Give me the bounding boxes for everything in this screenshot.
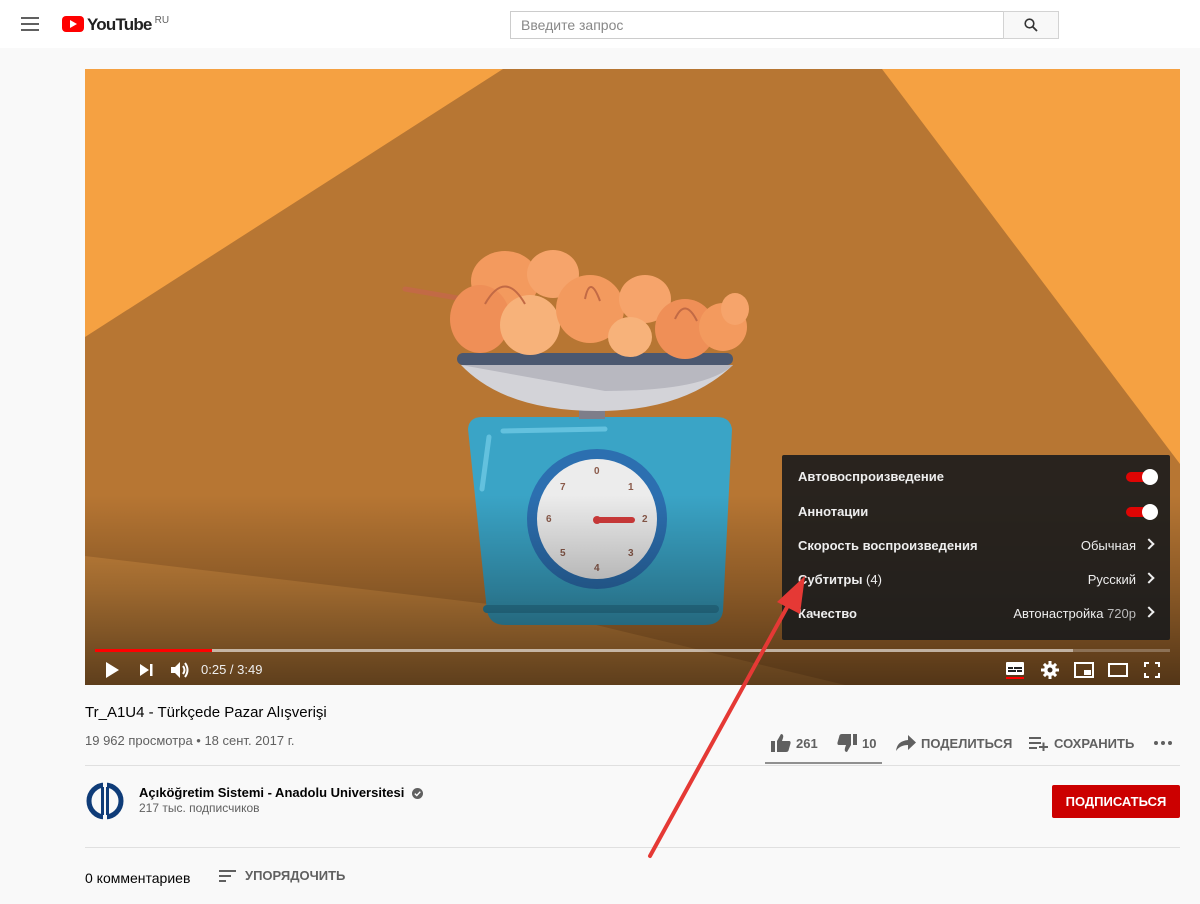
sentiment-like-fill bbox=[765, 762, 878, 764]
quality-value-group: Автонастройка 720p bbox=[1013, 606, 1136, 621]
theater-mode-button[interactable] bbox=[1103, 655, 1133, 685]
video-meta: 19 962 просмотра • 18 сент. 2017 г. bbox=[85, 733, 295, 748]
subtitles-button[interactable] bbox=[1000, 655, 1030, 685]
autoplay-label: Автовоспроизведение bbox=[798, 469, 944, 484]
more-horiz-icon bbox=[1154, 741, 1172, 745]
verified-badge-icon bbox=[412, 788, 423, 800]
channel-name-row[interactable]: Açıköğretim Sistemi - Anadolu Universite… bbox=[139, 785, 423, 800]
chevron-right-icon bbox=[1143, 572, 1155, 584]
subscriber-count: 217 тыс. подписчиков bbox=[139, 801, 260, 815]
autoplay-toggle[interactable] bbox=[1126, 469, 1158, 485]
anadolu-logo-icon bbox=[86, 782, 124, 820]
dial-number: 1 bbox=[628, 482, 634, 493]
subtitles-label: Субтитры bbox=[798, 572, 863, 587]
playback-speed-value: Обычная bbox=[1080, 538, 1136, 553]
more-actions-button[interactable] bbox=[1154, 732, 1177, 754]
progress-played bbox=[95, 649, 213, 652]
sort-label: УПОРЯДОЧИТЬ bbox=[245, 868, 346, 883]
annotations-label: Аннотации bbox=[798, 504, 869, 519]
miniplayer-button[interactable] bbox=[1069, 655, 1099, 685]
settings-menu: Автовоспроизведение Аннотации Скорость в… bbox=[782, 455, 1170, 640]
annotations-toggle[interactable] bbox=[1126, 504, 1158, 520]
like-button[interactable]: 261 bbox=[771, 732, 818, 754]
play-icon bbox=[106, 662, 119, 678]
search-icon bbox=[1024, 18, 1038, 32]
volume-button[interactable] bbox=[165, 655, 195, 685]
theater-icon bbox=[1108, 663, 1128, 677]
logo-region: RU bbox=[154, 15, 170, 26]
quality-value: Автонастройка bbox=[1013, 606, 1104, 621]
channel-avatar[interactable] bbox=[86, 782, 124, 820]
thumbs-down-icon bbox=[837, 734, 857, 752]
comments-count: 0 комментариев bbox=[85, 870, 191, 886]
settings-button[interactable] bbox=[1035, 655, 1065, 685]
add-to-playlist-icon bbox=[1029, 737, 1048, 751]
annotations-row[interactable]: Аннотации bbox=[782, 495, 1170, 529]
video-player[interactable]: 0 1 2 3 4 5 6 7 Автовоспроизведение Анно… bbox=[85, 69, 1180, 685]
progress-buffered bbox=[95, 649, 1074, 652]
chevron-right-icon bbox=[1143, 538, 1155, 550]
save-button[interactable]: СОХРАНИТЬ bbox=[1029, 732, 1134, 754]
next-button[interactable] bbox=[131, 655, 161, 685]
quality-row[interactable]: Качество Автонастройка 720p bbox=[782, 597, 1170, 631]
next-icon bbox=[140, 664, 153, 676]
subtitles-row[interactable]: Субтитры (4) Русский bbox=[782, 563, 1170, 597]
search-button[interactable] bbox=[1003, 11, 1059, 39]
logo-text: YouTube bbox=[87, 15, 152, 34]
youtube-play-icon bbox=[62, 16, 84, 32]
subtitles-count: (4) bbox=[866, 572, 882, 587]
fullscreen-button[interactable] bbox=[1137, 655, 1167, 685]
fullscreen-icon bbox=[1144, 662, 1160, 678]
play-button[interactable] bbox=[97, 655, 127, 685]
subtitles-value: Русский bbox=[1087, 572, 1136, 587]
time-display: 0:25 / 3:49 bbox=[201, 662, 263, 677]
playback-speed-row[interactable]: Скорость воспроизведения Обычная bbox=[782, 529, 1170, 563]
autoplay-row[interactable]: Автовоспроизведение bbox=[782, 460, 1170, 494]
divider bbox=[85, 847, 1180, 848]
share-icon bbox=[896, 735, 916, 751]
sort-comments-button[interactable]: УПОРЯДОЧИТЬ bbox=[219, 868, 345, 883]
player-controls: 0:25 / 3:49 bbox=[85, 655, 1180, 685]
youtube-logo[interactable]: YouTube RU bbox=[62, 12, 169, 36]
share-label: ПОДЕЛИТЬСЯ bbox=[921, 735, 1013, 751]
progress-bar[interactable] bbox=[95, 649, 1170, 652]
playback-speed-label: Скорость воспроизведения bbox=[798, 538, 978, 553]
subtitles-icon bbox=[1006, 662, 1024, 679]
video-title: Tr_A1U4 - Türkçede Pazar Alışverişi bbox=[85, 704, 327, 721]
dial-number: 0 bbox=[594, 466, 600, 477]
dial-number: 7 bbox=[560, 482, 566, 493]
quality-detail: 720p bbox=[1107, 606, 1136, 621]
divider bbox=[85, 765, 1180, 766]
thumbs-up-icon bbox=[771, 734, 791, 752]
quality-label: Качество bbox=[798, 606, 857, 621]
dislike-count: 10 bbox=[862, 735, 877, 751]
save-label: СОХРАНИТЬ bbox=[1054, 735, 1135, 751]
subscribe-button[interactable]: ПОДПИСАТЬСЯ bbox=[1052, 785, 1180, 818]
like-count: 261 bbox=[796, 735, 818, 751]
menu-icon[interactable] bbox=[21, 17, 39, 31]
sentiment-bar bbox=[765, 762, 882, 764]
masthead: YouTube RU bbox=[0, 0, 1200, 48]
channel-name: Açıköğretim Sistemi - Anadolu Universite… bbox=[139, 785, 405, 800]
subtitles-label-group: Субтитры (4) bbox=[798, 572, 882, 587]
search-input[interactable] bbox=[510, 11, 1003, 39]
volume-icon bbox=[171, 662, 189, 678]
miniplayer-icon bbox=[1074, 662, 1094, 678]
sort-icon bbox=[219, 869, 236, 882]
search-box bbox=[510, 11, 1059, 39]
dislike-button[interactable]: 10 bbox=[837, 732, 876, 754]
share-button[interactable]: ПОДЕЛИТЬСЯ bbox=[896, 732, 1012, 754]
chevron-right-icon bbox=[1143, 606, 1155, 618]
settings-icon bbox=[1041, 661, 1059, 679]
